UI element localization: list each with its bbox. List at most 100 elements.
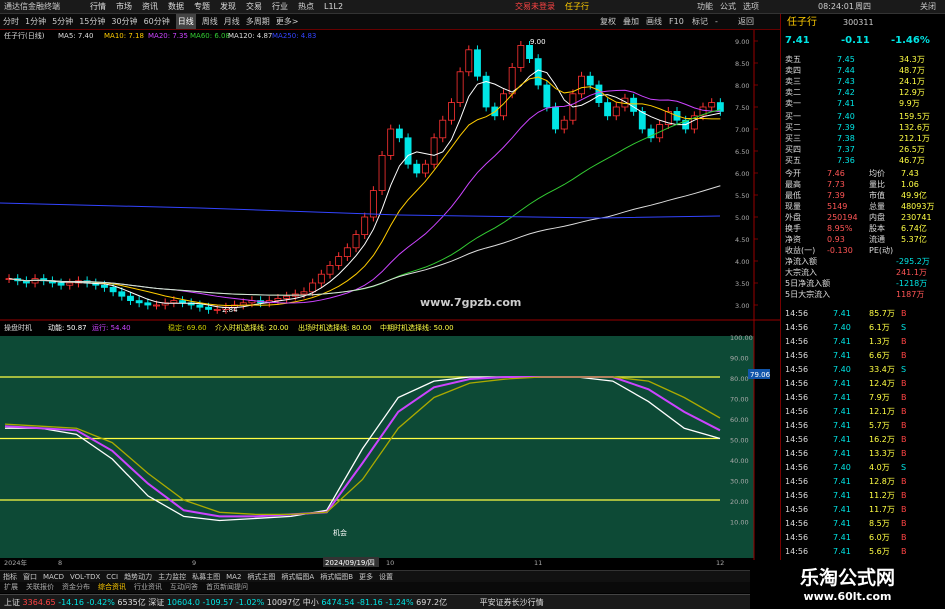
- tool-5[interactable]: -: [715, 14, 718, 29]
- login-status[interactable]: 交易未登录: [515, 0, 555, 13]
- stat-value-2: 48093万: [901, 202, 935, 211]
- candle: [179, 300, 186, 304]
- indicator-tab-5[interactable]: 趋势动力: [124, 571, 152, 582]
- candle: [144, 302, 152, 306]
- period-3[interactable]: 15分钟: [79, 14, 105, 29]
- stat-value: 7.73: [827, 180, 845, 189]
- tool-3[interactable]: F10: [669, 14, 684, 29]
- indicator-tab-9[interactable]: 柄式主图: [247, 571, 275, 582]
- period-8[interactable]: 月线: [224, 14, 240, 29]
- price-tick: 3.00: [735, 302, 749, 310]
- period-5[interactable]: 60分钟: [144, 14, 170, 29]
- tick-row: 14:56 7.41 11.2万 B: [781, 490, 945, 501]
- info-tab-0[interactable]: 扩展: [4, 582, 18, 593]
- bid-row: 买三 7.38 212.1万: [781, 133, 945, 144]
- high-label: 9.00: [530, 38, 546, 46]
- period-6[interactable]: 日线: [175, 14, 196, 29]
- menu-7[interactable]: 行业: [272, 0, 288, 13]
- osc-tick: 40.00: [730, 457, 749, 465]
- ma20-line: [8, 89, 721, 304]
- date-cursor-label: 2024/09/19/四: [325, 559, 375, 567]
- indicator-tab-12[interactable]: 更多: [359, 571, 373, 582]
- tick-time: 14:56: [785, 351, 809, 360]
- osc-tick: 50.00: [730, 437, 749, 445]
- menu-0[interactable]: 行情: [90, 0, 106, 13]
- tick-side: B: [901, 477, 907, 486]
- indicator-tab-4[interactable]: CCI: [106, 571, 118, 582]
- menu-1[interactable]: 市场: [116, 0, 132, 13]
- indicator-tab-10[interactable]: 柄式幅图A: [281, 571, 314, 582]
- tool-4[interactable]: 标记: [692, 14, 708, 29]
- period-0[interactable]: 分时: [3, 14, 19, 29]
- tick-vol: 7.9万: [869, 393, 890, 402]
- close-button[interactable]: 关闭: [920, 0, 936, 13]
- osc-tick: 90.00: [730, 355, 749, 363]
- menu-3[interactable]: 数据: [168, 0, 184, 13]
- menu-6[interactable]: 交易: [246, 0, 262, 13]
- tool-6[interactable]: 返回: [738, 14, 754, 29]
- indicator-tab-1[interactable]: 窗口: [23, 571, 37, 582]
- indicator-tab-0[interactable]: 指标: [3, 571, 17, 582]
- menu-5[interactable]: 发现: [220, 0, 236, 13]
- ask-vol: 34.3万: [899, 55, 925, 64]
- info-tab-6[interactable]: 首页新闻提问: [206, 582, 248, 593]
- indicator-tab-3[interactable]: VOL-TDX: [70, 571, 100, 582]
- indicator-tab-2[interactable]: MACD: [43, 571, 64, 582]
- tick-vol: 11.2万: [869, 491, 895, 500]
- info-tab-2[interactable]: 资金分布: [62, 582, 90, 593]
- period-4[interactable]: 30分钟: [111, 14, 137, 29]
- period-1[interactable]: 1分钟: [25, 14, 46, 29]
- indicator-tab-7[interactable]: 私募主图: [192, 571, 220, 582]
- info-tab-1[interactable]: 关联报价: [26, 582, 54, 593]
- candle: [395, 128, 403, 139]
- tick-vol: 33.4万: [869, 365, 895, 374]
- indicator-tab-13[interactable]: 设置: [379, 571, 393, 582]
- indicator-tab-11[interactable]: 柄式幅图B: [320, 571, 353, 582]
- zx-label: 中小: [302, 598, 319, 607]
- menu-formula[interactable]: 公式: [720, 0, 736, 13]
- tick-row: 14:56 7.41 16.2万 B: [781, 434, 945, 445]
- ma5-line: [8, 69, 721, 309]
- menu-8[interactable]: 热点: [298, 0, 314, 13]
- stat-row: 现量 5149 总量 48093万: [781, 201, 945, 212]
- indicator-tab-8[interactable]: MA2: [226, 571, 241, 582]
- stat-value-2: 230741: [901, 213, 932, 222]
- info-tab-3[interactable]: 综合资讯: [98, 582, 126, 593]
- ask-row: 卖一 7.41 9.9万: [781, 98, 945, 109]
- bid-vol: 26.5万: [899, 145, 925, 154]
- osc-tick: 60.00: [730, 416, 749, 424]
- stat-label-2: 股本: [869, 224, 885, 233]
- period-7[interactable]: 周线: [202, 14, 218, 29]
- price-tick: 6.50: [735, 148, 749, 156]
- sh-index: 3364.65: [22, 598, 56, 607]
- info-tab-4[interactable]: 行业资讯: [134, 582, 162, 593]
- period-10[interactable]: 更多>: [276, 14, 299, 29]
- menu-9[interactable]: L1L2: [324, 0, 343, 13]
- tool-1[interactable]: 叠加: [623, 14, 639, 29]
- menu-func[interactable]: 功能: [697, 0, 713, 13]
- quote-change: -0.11: [841, 35, 870, 46]
- candle: [560, 119, 568, 130]
- price-tick: 5.50: [735, 192, 749, 200]
- info-tab-5[interactable]: 互动问答: [170, 582, 198, 593]
- tick-vol: 11.7万: [869, 505, 895, 514]
- price-tick: 7.50: [735, 104, 749, 112]
- menu-options[interactable]: 选项: [743, 0, 759, 13]
- tool-2[interactable]: 画线: [646, 14, 662, 29]
- candle: [439, 119, 447, 139]
- period-9[interactable]: 多周期: [246, 14, 270, 29]
- menu-4[interactable]: 专题: [194, 0, 210, 13]
- menu-2[interactable]: 资讯: [142, 0, 158, 13]
- osc-name: 操盘时机: [4, 323, 32, 332]
- zx-change: -81.16: [356, 598, 383, 607]
- period-2[interactable]: 5分钟: [52, 14, 73, 29]
- sh-label: 上证: [4, 598, 20, 607]
- candle: [508, 67, 516, 95]
- tool-0[interactable]: 复权: [600, 14, 616, 29]
- tick-price: 7.40: [833, 463, 851, 472]
- indicator-tab-6[interactable]: 主力监控: [158, 571, 186, 582]
- tick-side: S: [901, 323, 907, 332]
- candle: [586, 75, 594, 86]
- candle: [317, 273, 325, 284]
- tick-row: 14:56 7.41 85.7万 B: [781, 308, 945, 319]
